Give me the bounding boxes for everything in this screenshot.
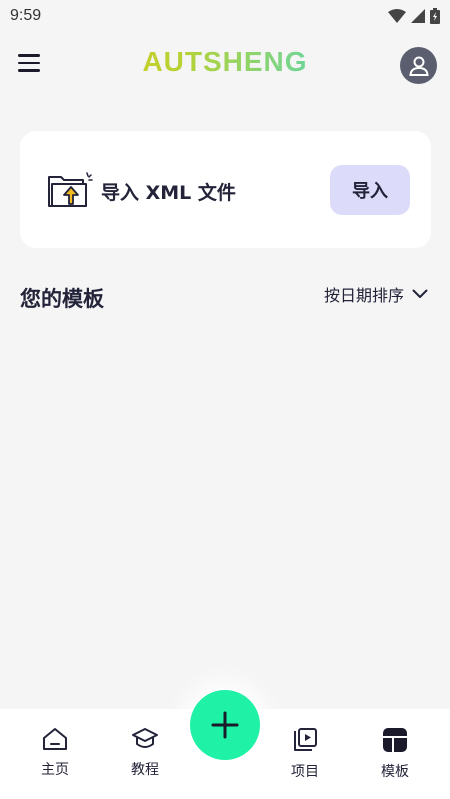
status-icons — [388, 8, 440, 24]
status-time: 9:59 — [10, 7, 42, 24]
user-icon — [408, 56, 429, 76]
avatar-button[interactable] — [400, 47, 437, 84]
battery-icon — [430, 8, 440, 24]
add-fab-button[interactable] — [190, 690, 260, 760]
app-bar: AUTSHENG — [0, 38, 450, 94]
nav-item-tutorials[interactable]: 教程 — [105, 709, 185, 799]
nav-item-templates[interactable]: 模板 — [355, 709, 435, 799]
status-bar: 9:59 — [0, 0, 450, 32]
graduation-cap-icon — [132, 728, 158, 748]
nav-label-tutorials: 教程 — [131, 762, 159, 778]
home-icon — [43, 728, 67, 750]
nav-item-home[interactable]: 主页 — [15, 709, 95, 799]
sort-dropdown[interactable]: 按日期排序 — [324, 282, 428, 306]
sort-label: 按日期排序 — [323, 286, 404, 305]
nav-label-templates: 模板 — [381, 764, 409, 780]
import-xml-card: 导入 XML 文件 导入 — [20, 131, 431, 248]
import-xml-label: 导入 XML 文件 — [101, 182, 236, 204]
video-project-icon — [294, 728, 317, 751]
chevron-down-icon — [412, 289, 428, 298]
app-logo: AUTSHENG — [0, 46, 450, 78]
nav-label-projects: 项目 — [291, 764, 319, 780]
signal-icon — [411, 9, 425, 23]
folder-upload-icon — [48, 172, 93, 207]
wifi-icon — [388, 9, 406, 23]
import-button[interactable]: 导入 — [330, 165, 410, 215]
nav-item-projects[interactable]: 项目 — [265, 709, 345, 799]
template-icon — [383, 728, 407, 752]
plus-icon — [211, 711, 239, 739]
nav-label-home: 主页 — [41, 762, 69, 778]
templates-title: 您的模板 — [20, 287, 104, 311]
